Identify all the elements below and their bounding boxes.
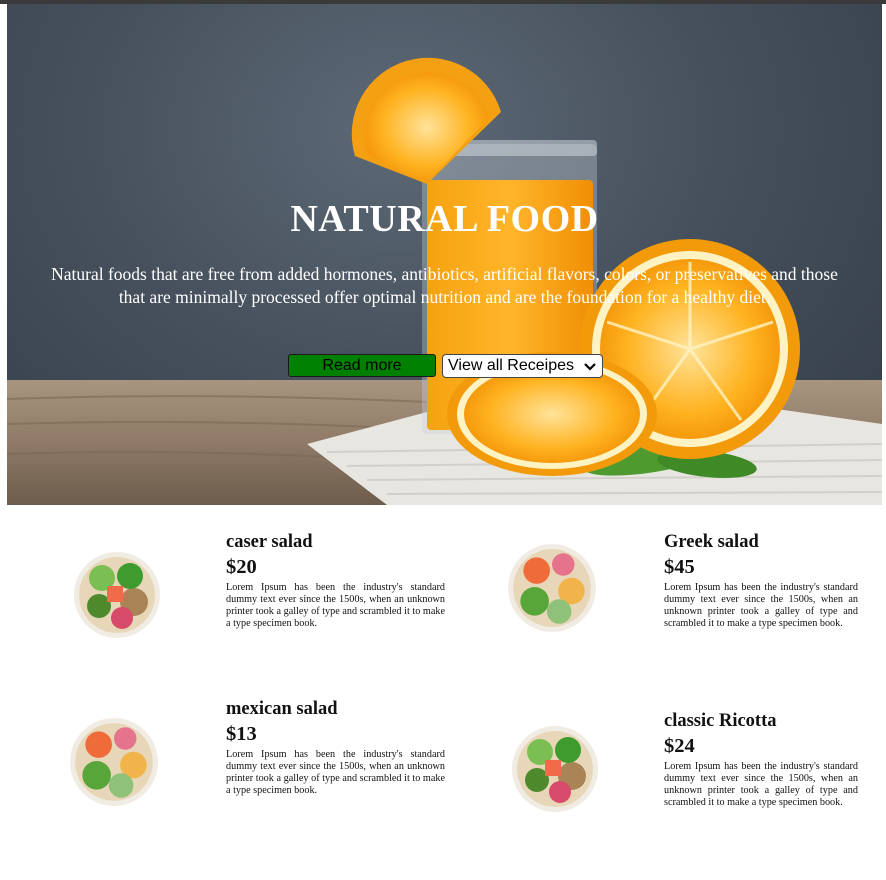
hero-banner: NATURAL FOOD Natural foods that are free… [7,4,882,505]
menu-item-price: $13 [226,723,257,745]
menu-item-title: mexican salad [226,699,338,719]
menu-item-price: $24 [664,735,695,757]
read-more-button[interactable]: Read more [288,354,436,377]
menu-item-title: classic Ricotta [664,711,777,731]
menu-item-description: Lorem Ipsum has been the industry's stan… [226,749,445,796]
menu-item-classic-ricotta: classic Ricotta $24 Lorem Ipsum has been… [440,700,880,840]
menu-item-description: Lorem Ipsum has been the industry's stan… [226,582,445,629]
menu-item-mexican-salad: mexican salad $13 Lorem Ipsum has been t… [0,688,445,828]
salad-bowl-image [512,726,598,812]
menu-item-caser-salad: caser salad $20 Lorem Ipsum has been the… [0,520,445,660]
recipes-select-value: View all Receipes [448,357,574,374]
menu-item-title: Greek salad [664,532,759,552]
menu-item-title: caser salad [226,532,313,552]
hero-description: Natural foods that are free from added h… [51,264,838,307]
recipes-select[interactable]: View all Receipes [442,354,603,378]
hero-title: NATURAL FOOD [290,198,599,240]
menu-item-description: Lorem Ipsum has been the industry's stan… [664,761,858,808]
salad-bowl-image [74,552,160,638]
menu-item-price: $45 [664,556,695,578]
menu-item-description: Lorem Ipsum has been the industry's stan… [664,582,858,629]
salad-bowl-image [70,718,158,806]
orange-juice-photo [7,57,882,505]
menu-item-greek-salad: Greek salad $45 Lorem Ipsum has been the… [440,520,880,660]
read-more-label: Read more [322,356,402,374]
menu-item-price: $20 [226,556,257,578]
salad-bowl-image [508,544,596,632]
chevron-down-icon [584,363,596,371]
